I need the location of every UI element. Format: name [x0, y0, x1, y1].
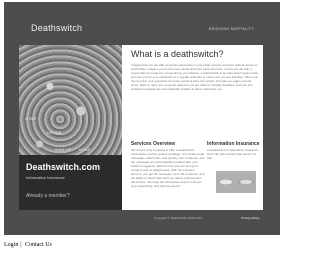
nav-link-signup[interactable]: SIGN UP: [55, 148, 72, 152]
info-heading: Information Insurance: [207, 141, 260, 147]
contact-link[interactable]: Contact Us: [25, 242, 52, 248]
copyright-text: Copyright © Deathswitch 2005-2010: [154, 216, 203, 220]
content-card: LIVES DEFINE SIGN UP HOME Deathswitch.co…: [19, 45, 263, 210]
intro-text: Imagine that you die with computer passw…: [131, 63, 259, 91]
brand-name: Deathswitch.com: [26, 162, 101, 172]
info-text: A deathswitch is information insurance. …: [207, 148, 259, 160]
brand-subtitle: Information Insurance: [26, 175, 65, 180]
member-login-link[interactable]: Already a member?: [26, 193, 70, 199]
footer-links: Login | Contact Us: [4, 242, 54, 248]
services-heading: Services Overview: [131, 141, 176, 147]
page-heading: What is a deathswitch?: [131, 49, 224, 59]
nav-link-home[interactable]: HOME: [79, 148, 91, 152]
login-link[interactable]: Login: [4, 242, 18, 248]
footer-separator: |: [20, 242, 22, 248]
faces-photo: [216, 171, 256, 193]
photo-label-define: DEFINE: [47, 131, 62, 135]
site-title[interactable]: Deathswitch: [31, 23, 82, 33]
photo-label-lives: LIVES: [25, 117, 37, 121]
privacy-policy-link[interactable]: Privacy Policy: [241, 216, 260, 220]
services-text: We are the only company to offer a death…: [131, 148, 205, 188]
site-tagline: BRIDGING MORTALITY: [209, 27, 255, 31]
page-frame: Deathswitch BRIDGING MORTALITY LIVES DEF…: [4, 2, 280, 235]
